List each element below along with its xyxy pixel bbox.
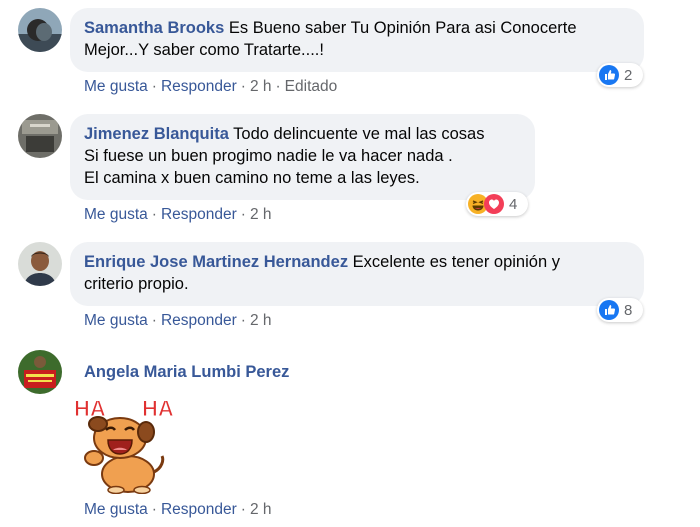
like-link[interactable]: Me gusta <box>84 78 148 95</box>
timestamp[interactable]: 2 h <box>250 501 272 518</box>
like-link[interactable]: Me gusta <box>84 206 148 223</box>
comment-text: criterio propio. <box>84 275 189 293</box>
timestamp[interactable]: 2 h <box>250 312 272 329</box>
like-reaction-icon <box>599 300 619 320</box>
comment-actions: Me gusta · Responder · 2 h <box>84 206 272 223</box>
avatar-jimenez-blanquita[interactable] <box>18 114 62 158</box>
avatar-samantha-brooks[interactable] <box>18 8 62 52</box>
comment-text: Todo delincuente ve mal las cosas <box>228 125 485 143</box>
comment-author[interactable]: Jimenez Blanquita <box>84 125 229 143</box>
comment-text: Es Bueno saber Tu Opinión Para asi Conoc… <box>224 19 577 37</box>
like-reaction-icon <box>599 65 619 85</box>
like-link[interactable]: Me gusta <box>84 501 148 518</box>
comment-actions: Me gusta · Responder · 2 h · Editado <box>84 78 338 95</box>
reaction-summary[interactable]: 4 <box>466 192 528 216</box>
comment-author[interactable]: Angela Maria Lumbi Perez <box>84 363 289 382</box>
comment-author[interactable]: Enrique Jose Martinez Hernandez <box>84 253 348 271</box>
comment-bubble: Enrique Jose Martinez Hernandez Excelent… <box>70 242 644 306</box>
reaction-count: 4 <box>509 195 518 213</box>
reply-link[interactable]: Responder <box>161 312 237 329</box>
reply-link[interactable]: Responder <box>161 206 237 223</box>
comment-author[interactable]: Samantha Brooks <box>84 19 224 37</box>
comment-text: El camina x buen camino no teme a las le… <box>84 169 420 187</box>
avatar-enrique-jose-martinez[interactable] <box>18 242 62 286</box>
comment-actions: Me gusta · Responder · 2 h <box>84 501 272 518</box>
haha-dog-sticker: HA HA <box>70 394 185 495</box>
love-reaction-icon <box>484 194 504 214</box>
avatar-angela-maria-lumbi[interactable] <box>18 350 62 394</box>
sticker-text-right: HA <box>142 396 174 421</box>
comment-text: Si fuese un buen progimo nadie le va hac… <box>84 147 453 165</box>
reaction-summary[interactable]: 8 <box>597 298 643 322</box>
reply-link[interactable]: Responder <box>161 501 237 518</box>
reaction-summary[interactable]: 2 <box>597 63 643 87</box>
like-link[interactable]: Me gusta <box>84 312 148 329</box>
comment-actions: Me gusta · Responder · 2 h <box>84 312 272 329</box>
reaction-count: 8 <box>624 301 633 319</box>
reaction-count: 2 <box>624 66 633 84</box>
comment-bubble: Jimenez Blanquita Todo delincuente ve ma… <box>70 114 535 200</box>
comment-text: Excelente es tener opinión y <box>348 253 560 271</box>
edited-label: Editado <box>284 78 338 95</box>
comment-bubble: Samantha Brooks Es Bueno saber Tu Opinió… <box>70 8 644 72</box>
timestamp[interactable]: 2 h <box>250 78 272 95</box>
reply-link[interactable]: Responder <box>161 78 237 95</box>
comment-text: Mejor...Y saber como Tratarte....! <box>84 41 324 59</box>
timestamp[interactable]: 2 h <box>250 206 272 223</box>
